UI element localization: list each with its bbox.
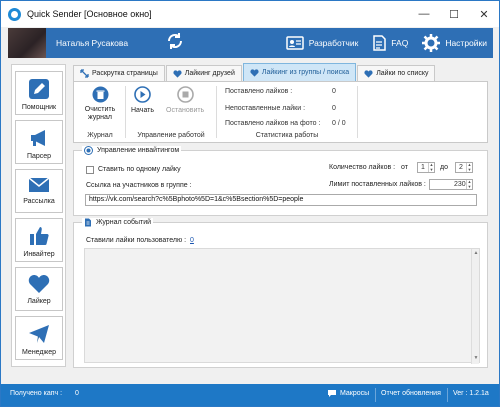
envelope-icon: [28, 177, 50, 192]
status-bar: Получено капч : 0 Макросы Отчет обновлен…: [1, 384, 499, 406]
id-card-icon: [285, 36, 304, 50]
tab-bar: Раскрутка страницы Лайкинг друзей Лайкин…: [73, 63, 436, 81]
scroll-down-icon[interactable]: ▼: [472, 355, 480, 363]
likes-to-stepper[interactable]: 2 ▲ ▼: [455, 162, 473, 173]
gear-icon: [422, 34, 441, 52]
sync-icon[interactable]: [166, 32, 184, 55]
ribbon-caption-journal: Журнал: [87, 132, 113, 139]
settings-link[interactable]: Настройки: [422, 34, 487, 52]
sidebar-item-manager[interactable]: Менеджер: [15, 316, 63, 360]
stat-likes-failed-label: Непоставленные лайки :: [225, 105, 306, 112]
tab-list-likes[interactable]: Лайки по списку: [357, 65, 436, 81]
minimize-button[interactable]: —: [409, 1, 439, 27]
maximize-button[interactable]: ☐: [439, 1, 469, 27]
expand-arrows-icon: [80, 69, 89, 78]
clear-journal-button[interactable]: Очистить журнал: [80, 86, 120, 122]
captcha-label: Получено капч :: [10, 390, 63, 397]
heart-icon: [28, 275, 50, 293]
ribbon-caption-control: Управление работой: [137, 132, 205, 139]
heart-icon: [364, 69, 373, 78]
avatar[interactable]: [8, 28, 46, 58]
sidebar: Помощник Парсер Рассылка Инвайтер Лайкер…: [11, 64, 66, 367]
play-icon: [134, 86, 151, 103]
target-icon: [84, 146, 93, 155]
scroll-up-icon[interactable]: ▲: [472, 250, 480, 258]
window-title: Quick Sender [Основное окно]: [27, 9, 152, 19]
sidebar-item-liker[interactable]: Лайкер: [15, 267, 63, 311]
stat-photo-likes-label: Поставлено лайков на фото :: [225, 120, 321, 127]
event-log-area[interactable]: ▲ ▼: [84, 248, 480, 364]
main-area: Раскрутка страницы Лайкинг друзей Лайкин…: [73, 63, 488, 368]
ribbon-group-journal: Очистить журнал: [80, 86, 120, 122]
stat-photo-likes-value: 0 / 0: [332, 120, 346, 127]
close-button[interactable]: ✕: [469, 1, 499, 27]
faq-link[interactable]: FAQ: [372, 35, 408, 51]
likes-limit-stepper[interactable]: 230 ▲ ▼: [429, 179, 473, 190]
liked-user-label: Ставили лайки пользователю :: [86, 237, 187, 244]
heart-icon: [173, 69, 182, 78]
sidebar-item-mailing[interactable]: Рассылка: [15, 169, 63, 213]
paper-plane-icon: [29, 325, 49, 343]
stat-likes-failed-value: 0: [332, 105, 336, 112]
tab-group-search-liking[interactable]: Лайкинг из группы / поиска: [242, 63, 357, 81]
sidebar-item-assistant[interactable]: Помощник: [15, 71, 63, 115]
inviting-panel-header: Управление инвайтингом: [82, 146, 182, 155]
main-window: Quick Sender [Основное окно] — ☐ ✕ Натал…: [0, 0, 500, 407]
one-like-checkbox[interactable]: [86, 166, 94, 174]
megaphone-icon: [31, 130, 45, 146]
title-bar: Quick Sender [Основное окно] — ☐ ✕: [1, 1, 499, 27]
sidebar-item-parser[interactable]: Парсер: [15, 120, 63, 164]
trash-icon: [92, 86, 108, 103]
stat-likes-set-label: Поставлено лайков :: [225, 88, 293, 95]
inviting-panel: Управление инвайтингом Ставить по одному…: [73, 146, 488, 216]
document-icon: [85, 218, 91, 227]
stop-icon: [176, 86, 194, 103]
journal-panel-header: Журнал событий: [82, 218, 154, 227]
profile-bar: Наталья Русакова Разработчик FAQ Настрой…: [8, 28, 493, 58]
tab-page-promotion[interactable]: Раскрутка страницы: [73, 65, 165, 81]
version-label: Ver : 1.2.1a: [453, 390, 489, 397]
update-report-link[interactable]: Отчет обновления: [381, 390, 441, 397]
developer-link[interactable]: Разработчик: [285, 36, 358, 50]
stop-button[interactable]: Остановить: [166, 86, 204, 114]
chat-bubble-icon: [328, 390, 336, 397]
one-like-label: Ставить по одному лайку: [98, 166, 181, 173]
from-label: от: [401, 164, 408, 171]
ribbon: Очистить журнал Журнал Начать Остановить…: [73, 81, 488, 143]
group-link-input[interactable]: https://vk.com/search?c%5Bphoto%5D=1&c%5…: [85, 194, 477, 206]
journal-panel: Журнал событий Ставили лайки пользовател…: [73, 218, 488, 368]
likes-from-stepper[interactable]: 1 ▲ ▼: [417, 162, 435, 173]
captcha-count: 0: [75, 390, 79, 397]
pencil-icon: [29, 79, 49, 99]
to-label: до: [440, 164, 448, 171]
app-logo-icon: [8, 7, 21, 21]
document-edit-icon: [372, 35, 387, 51]
thumbs-up-icon: [30, 227, 49, 245]
group-link-label: Ссылка на участников в группе :: [86, 182, 192, 189]
sidebar-item-inviter[interactable]: Инвайтер: [15, 218, 63, 262]
user-name[interactable]: Наталья Русакова: [56, 38, 128, 48]
ribbon-caption-stats: Статистика работы: [255, 132, 319, 139]
heart-icon: [250, 68, 259, 77]
likes-count-label: Количество лайков :: [329, 164, 396, 171]
tab-friends-liking[interactable]: Лайкинг друзей: [165, 65, 242, 81]
start-button[interactable]: Начать: [131, 86, 154, 114]
log-scrollbar[interactable]: ▲ ▼: [471, 249, 479, 364]
stat-likes-set-value: 0: [332, 88, 336, 95]
macros-button[interactable]: Макросы: [327, 389, 369, 398]
likes-limit-label: Лимит поставленных лайков :: [329, 181, 426, 188]
liked-user-count-link[interactable]: 0: [190, 237, 194, 244]
